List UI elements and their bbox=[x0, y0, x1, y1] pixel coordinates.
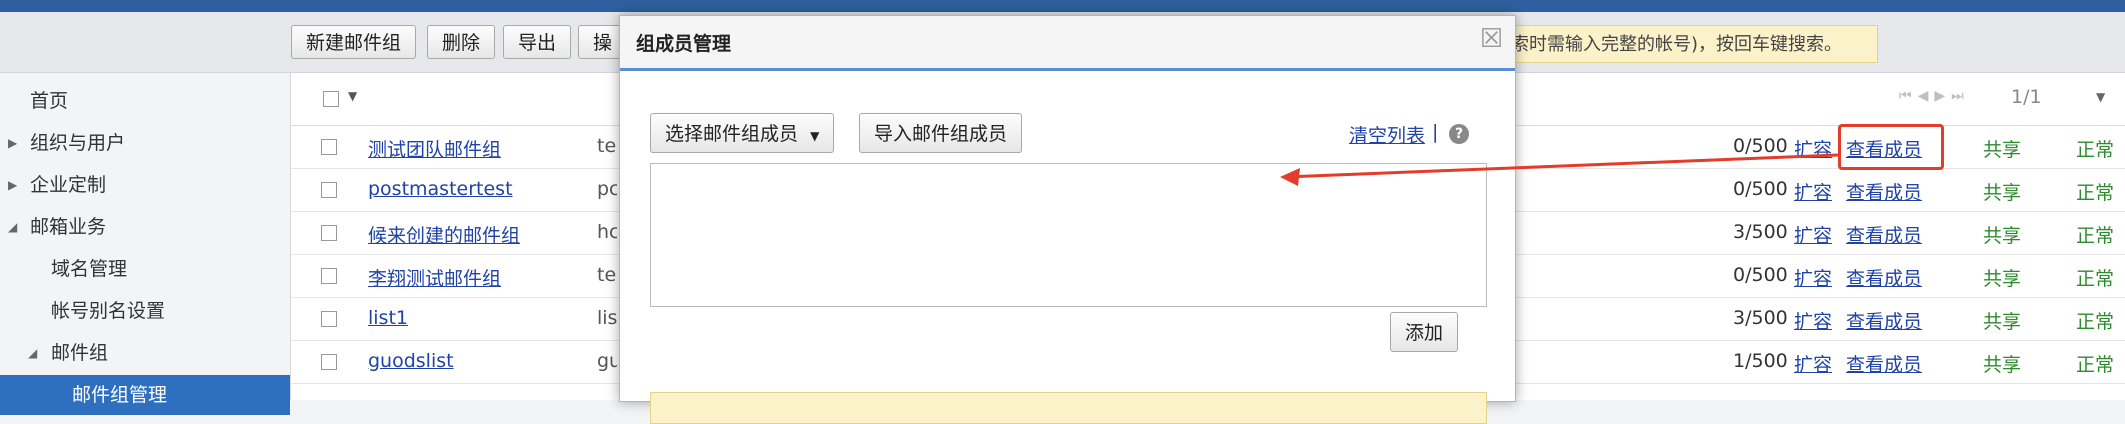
annotation-arrow bbox=[1280, 153, 1839, 186]
